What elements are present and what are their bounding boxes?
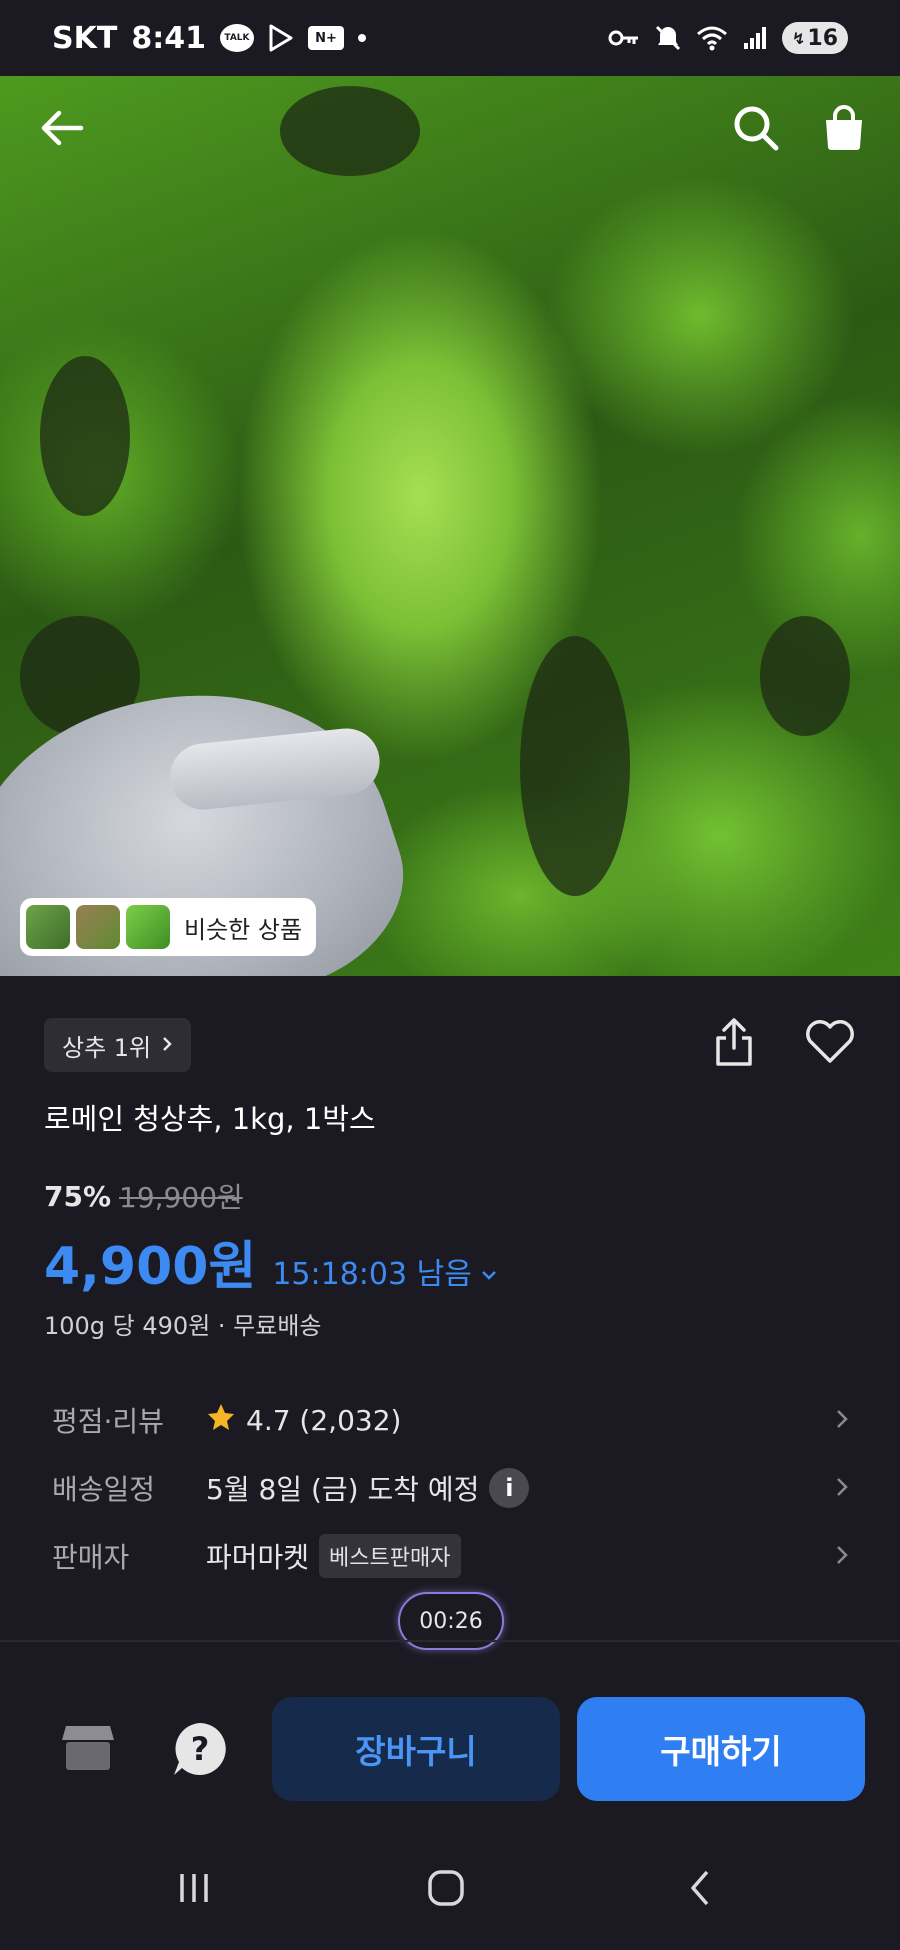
share-button[interactable] <box>704 1014 764 1074</box>
shopping-bag-icon <box>822 105 866 155</box>
chevron-right-icon <box>834 1406 850 1439</box>
original-price: 19,900원 <box>119 1181 243 1214</box>
home-icon <box>427 1869 465 1911</box>
mute-icon <box>654 24 682 52</box>
similar-thumbnail <box>76 905 120 949</box>
delivery-value: 5월 8일 (금) 도착 예정 <box>206 1473 480 1506</box>
help-icon: ? <box>171 1720 229 1778</box>
battery-level: 16 <box>807 25 839 51</box>
product-image[interactable]: 비슷한 상품 <box>0 76 900 976</box>
rating-row[interactable]: 평점·리뷰 4.7 (2,032) <box>0 1386 900 1454</box>
video-time: 00:26 <box>419 1608 483 1634</box>
category-rank-chip[interactable]: 상추 1위 <box>44 1018 192 1072</box>
rating-value: 4.7 (2,032) <box>246 1403 402 1437</box>
back-arrow-icon <box>39 108 85 152</box>
key-icon <box>608 28 640 48</box>
bottom-action-bar: ? 장바구니 구매하기 <box>0 1660 900 1801</box>
buy-now-button[interactable]: 구매하기 <box>577 1697 865 1801</box>
delivery-label: 배송일정 <box>52 1473 156 1506</box>
info-icon[interactable]: i <box>489 1468 530 1508</box>
info-rows: 평점·리뷰 4.7 (2,032) 배송일정 5월 8일 (금) 도착 예정 i <box>0 1386 900 1590</box>
similar-products-chip[interactable]: 비슷한 상품 <box>20 898 317 956</box>
delivery-row[interactable]: 배송일정 5월 8일 (금) 도착 예정 i <box>0 1454 900 1522</box>
price-row: 4,900원 15:18:03 남음 <box>44 1224 498 1299</box>
wishlist-button[interactable] <box>800 1014 860 1074</box>
recents-icon <box>176 1871 212 1909</box>
talk-icon: TALK <box>219 24 254 52</box>
seller-value-group: 파머마켓 베스트판매자 <box>206 1534 461 1578</box>
status-bar: SKT 8:41 TALK N+ ↯ 16 <box>0 0 900 76</box>
seller-label: 판매자 <box>52 1541 130 1574</box>
search-button[interactable] <box>724 98 788 162</box>
heart-icon <box>804 1019 856 1069</box>
unit-price-shipping: 100g 당 490원 · 무료배송 <box>44 1312 322 1340</box>
seller-row[interactable]: 판매자 파머마켓 베스트판매자 <box>0 1522 900 1590</box>
discount-rate: 75% <box>44 1179 112 1213</box>
similar-products-label: 비슷한 상품 <box>184 915 303 944</box>
rating-label: 평점·리뷰 <box>52 1405 164 1438</box>
share-icon <box>712 1016 756 1072</box>
notification-dot-icon <box>357 34 366 42</box>
help-label: ? <box>190 1730 210 1768</box>
store-icon <box>60 1722 116 1776</box>
store-button[interactable] <box>56 1717 120 1781</box>
product-title: 로메인 청상추, 1kg, 1박스 <box>44 1102 376 1136</box>
sale-timer-label: 15:18:03 남음 <box>272 1257 472 1292</box>
chevron-down-icon <box>480 1254 498 1289</box>
system-back-button[interactable] <box>660 1860 740 1920</box>
divider <box>0 1640 900 1642</box>
carrier-label: SKT <box>52 20 118 56</box>
help-button[interactable]: ? <box>168 1717 232 1781</box>
discount-row: 75% 19,900원 <box>44 1176 243 1216</box>
search-icon <box>732 104 780 156</box>
recents-button[interactable] <box>154 1860 234 1920</box>
chevron-right-icon <box>834 1474 850 1507</box>
star-icon <box>206 1402 236 1439</box>
clock: 8:41 <box>131 20 206 56</box>
best-seller-badge: 베스트판매자 <box>319 1534 461 1578</box>
seller-name: 파머마켓 <box>206 1541 310 1574</box>
chevron-right-icon <box>834 1542 850 1575</box>
add-to-cart-button[interactable]: 장바구니 <box>272 1697 560 1801</box>
cart-shortcut-button[interactable] <box>812 98 876 162</box>
back-button[interactable] <box>30 98 94 162</box>
sale-timer[interactable]: 15:18:03 남음 <box>272 1249 497 1293</box>
rating-value-group: 4.7 (2,032) <box>206 1402 401 1439</box>
signal-icon <box>742 25 768 51</box>
wifi-icon <box>696 25 728 51</box>
naver-plus-icon: N+ <box>307 26 344 50</box>
play-store-icon <box>268 24 294 52</box>
home-button[interactable] <box>406 1860 486 1920</box>
back-chevron-icon <box>689 1869 711 1911</box>
rank-label: 상추 1위 <box>62 1033 152 1062</box>
delivery-value-group: 5월 8일 (금) 도착 예정 i <box>206 1468 530 1508</box>
battery-icon: ↯ 16 <box>782 22 848 54</box>
system-nav-bar <box>0 1840 900 1950</box>
chevron-right-icon <box>161 1031 173 1059</box>
sale-price: 4,900원 <box>44 1237 257 1297</box>
talk-label: TALK <box>219 24 254 52</box>
naver-plus-label: N+ <box>307 26 344 50</box>
similar-thumbnail <box>26 905 70 949</box>
similar-thumbnail <box>126 905 170 949</box>
